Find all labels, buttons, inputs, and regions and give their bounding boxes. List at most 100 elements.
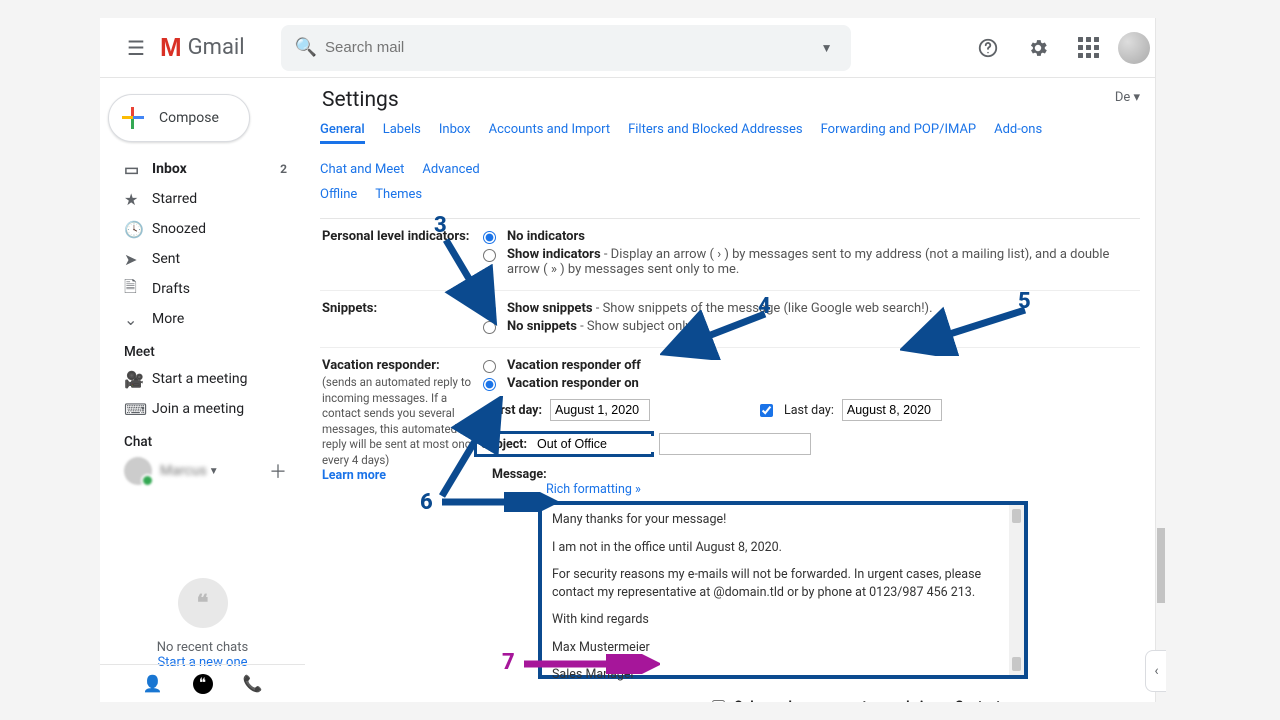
vacation-row: Vacation responder: (sends an automated … <box>320 348 1140 702</box>
sidebar-item-sent[interactable]: ➤ Sent <box>100 244 305 274</box>
personal-level-label: Personal level indicators: <box>320 229 478 280</box>
tab-addons[interactable]: Add-ons <box>994 122 1042 144</box>
sidebar-item-label: Starred <box>152 191 197 207</box>
vacation-on-text: Vacation responder on <box>507 376 639 391</box>
vacation-title: Vacation responder: <box>322 358 440 373</box>
google-apps-icon[interactable] <box>1068 28 1108 68</box>
sidebar-item-drafts[interactable]: 🗎 Drafts <box>100 274 305 304</box>
settings-gear-icon[interactable] <box>1018 28 1058 68</box>
meet-section-header: Meet <box>100 334 305 364</box>
snippets-label: Snippets: <box>320 301 478 337</box>
search-options-caret[interactable]: ▼ <box>803 41 851 55</box>
person-icon[interactable]: 👤 <box>143 674 163 693</box>
last-day-label: Last day: <box>784 403 834 418</box>
msg-line: Max Mustermeier <box>552 639 1004 657</box>
inbox-count: 2 <box>280 162 287 176</box>
msg-line: For security reasons my e-mails will not… <box>552 566 1004 601</box>
subject-input-extension[interactable] <box>659 433 811 455</box>
phone-icon[interactable]: 📞 <box>243 674 263 693</box>
only-contacts-label: Only send a response to people in my Con… <box>734 699 1007 702</box>
main-menu-button[interactable]: ☰ <box>116 28 156 68</box>
msg-line: Sales Manager <box>552 666 1004 684</box>
search-bar[interactable]: 🔍 ▼ <box>281 25 851 71</box>
chevron-down-icon: ⌄ <box>124 310 152 329</box>
only-contacts-checkbox[interactable] <box>712 700 725 702</box>
vacation-on-radio[interactable] <box>483 378 496 391</box>
keyboard-icon: ⌨ <box>124 400 152 419</box>
tab-offline[interactable]: Offline <box>320 187 357 206</box>
compose-button[interactable]: Compose <box>108 94 250 142</box>
message-scrollbar[interactable] <box>1009 505 1024 675</box>
side-panel-toggle[interactable]: ‹ <box>1145 650 1166 692</box>
no-indicators-text: No indicators <box>507 229 585 244</box>
tab-inbox[interactable]: Inbox <box>439 122 471 144</box>
sidebar-footer: 👤 ❝ 📞 <box>100 664 305 702</box>
vacation-off-radio[interactable] <box>483 360 496 373</box>
sidebar-item-starred[interactable]: ★ Starred <box>100 184 305 214</box>
sidebar-item-label: Drafts <box>152 281 190 297</box>
chat-avatar <box>124 457 152 485</box>
snippets-row: Snippets: Show snippets - Show snippets … <box>320 291 1140 348</box>
page-title: Settings <box>322 88 1140 112</box>
personal-level-row: Personal level indicators: No indicators… <box>320 219 1140 291</box>
show-snippets-desc: - Show snippets of the message (like Goo… <box>593 301 933 316</box>
inbox-icon: ▭ <box>124 160 152 179</box>
sidebar-item-label: Inbox <box>152 161 187 177</box>
new-chat-button[interactable]: ＋ <box>269 458 287 484</box>
msg-line: I am not in the office until August 8, 2… <box>552 539 1004 557</box>
no-snippets-radio[interactable] <box>483 321 496 334</box>
vacation-label: Vacation responder: (sends an automated … <box>320 358 478 702</box>
first-day-label: First day: <box>478 403 542 418</box>
no-recent-text: No recent chats <box>100 640 305 655</box>
sidebar-item-snoozed[interactable]: 🕓 Snoozed <box>100 214 305 244</box>
vacation-subtext: (sends an automated reply to incoming me… <box>322 375 478 468</box>
tab-labels[interactable]: Labels <box>383 122 421 144</box>
vacation-off-text: Vacation responder off <box>507 358 641 373</box>
message-textarea[interactable]: Many thanks for your message! I am not i… <box>552 511 1004 694</box>
sidebar-item-more[interactable]: ⌄ More <box>100 304 305 334</box>
chat-section-header: Chat <box>100 424 305 454</box>
tab-advanced[interactable]: Advanced <box>422 162 479 181</box>
msg-line: Many thanks for your message! <box>552 511 1004 529</box>
first-day-input[interactable] <box>550 399 650 421</box>
support-icon[interactable] <box>968 28 1008 68</box>
show-indicators-radio[interactable] <box>483 249 496 262</box>
sidebar-item-inbox[interactable]: ▭ Inbox 2 <box>100 154 305 184</box>
page-scrollbar[interactable] <box>1155 18 1166 702</box>
tab-general[interactable]: General <box>320 122 365 144</box>
msg-line: With kind regards <box>552 611 1004 629</box>
tab-filters[interactable]: Filters and Blocked Addresses <box>628 122 803 144</box>
account-avatar[interactable] <box>1118 32 1150 64</box>
tab-forwarding[interactable]: Forwarding and POP/IMAP <box>821 122 977 144</box>
hangouts-tab-icon[interactable]: ❝ <box>193 674 213 694</box>
message-label: Message: <box>492 467 1140 482</box>
sidebar-item-label: Sent <box>152 251 180 267</box>
no-snippets-desc: - Show subject only. <box>577 319 694 334</box>
tab-themes[interactable]: Themes <box>375 187 422 206</box>
learn-more-link[interactable]: Learn more <box>322 468 386 483</box>
last-day-input[interactable] <box>842 399 942 421</box>
settings-tabs: General Labels Inbox Accounts and Import… <box>320 122 1140 219</box>
message-box-highlight: Many thanks for your message! I am not i… <box>538 501 1028 679</box>
gmail-logo[interactable]: M Gmail <box>160 32 245 63</box>
tab-chat-meet[interactable]: Chat and Meet <box>320 162 404 181</box>
no-recent-chats: ❝ No recent chats Start a new one <box>100 578 305 670</box>
join-meeting[interactable]: ⌨ Join a meeting <box>100 394 305 424</box>
start-meeting[interactable]: 🎥 Start a meeting <box>100 364 305 394</box>
chat-status-caret-icon[interactable]: ▼ <box>209 466 219 477</box>
rich-formatting-link[interactable]: Rich formatting » <box>546 482 641 497</box>
sidebar-item-label: Snoozed <box>152 221 206 237</box>
send-icon: ➤ <box>124 250 152 269</box>
hangouts-icon: ❝ <box>178 578 228 628</box>
chat-user-row[interactable]: Marcus ▼ ＋ <box>100 454 305 488</box>
file-icon: 🗎 <box>124 276 152 303</box>
show-snippets-radio[interactable] <box>483 303 496 316</box>
last-day-checkbox[interactable] <box>760 404 773 417</box>
search-input[interactable] <box>317 39 803 56</box>
brand-text: Gmail <box>188 35 245 60</box>
tab-accounts[interactable]: Accounts and Import <box>489 122 610 144</box>
scrollbar-thumb[interactable] <box>1157 528 1165 603</box>
no-snippets-text: No snippets <box>507 319 577 334</box>
language-switch[interactable]: De ▾ <box>1115 90 1140 105</box>
no-indicators-radio[interactable] <box>483 231 496 244</box>
